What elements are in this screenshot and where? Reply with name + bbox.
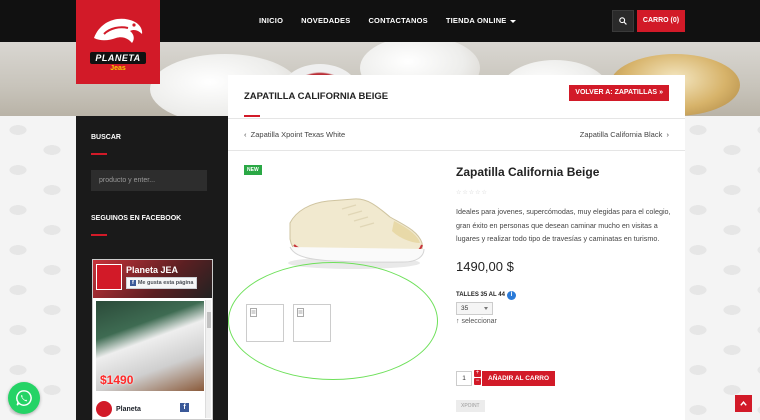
next-product-label: Zapatilla California Black [579, 130, 663, 139]
product-info: Zapatilla California Beige ☆☆☆☆☆ Ideales… [456, 165, 671, 325]
title-underline [244, 115, 260, 117]
info-icon[interactable]: i [506, 290, 516, 300]
product-thumbnail-2[interactable] [293, 304, 331, 342]
product-name: Zapatilla California Beige [456, 165, 600, 179]
rating-stars: ☆☆☆☆☆ [456, 190, 488, 196]
facebook-post-avatar [96, 401, 112, 417]
broken-image-icon [250, 308, 257, 317]
size-select[interactable]: 35 [456, 301, 493, 315]
quantity-input[interactable]: 1 [456, 370, 472, 386]
product-price: 1490,00 $ [456, 258, 514, 274]
facebook-page-name[interactable]: Planeta JEA [126, 265, 178, 275]
facebook-cover: Planeta JEA f Me gusta esta página [93, 260, 212, 298]
page-title: ZAPATILLA CALIFORNIA BEIGE [244, 91, 389, 102]
facebook-post-author[interactable]: Planeta [116, 406, 141, 413]
panther-logo-icon [94, 18, 143, 43]
title-underline [91, 153, 107, 155]
new-badge: NEW [244, 165, 262, 175]
chevron-down-icon [484, 306, 488, 310]
nav-tienda-online-label: TIENDA ONLINE [445, 16, 507, 25]
caret-down-icon [509, 19, 516, 23]
back-button-label: VOLVER A: ZAPATILLAS [575, 89, 658, 96]
cart-button[interactable]: CARRO (0) [637, 10, 685, 32]
product-image[interactable] [244, 165, 434, 275]
chevron-up-icon [740, 401, 747, 406]
logo-text: PLANETA [90, 52, 146, 64]
facebook-post-header: Planeta f [96, 401, 189, 417]
title-underline [91, 234, 107, 236]
facebook-page-widget[interactable]: Planeta JEA f Me gusta esta página $1490 … [92, 259, 213, 420]
size-select-value: 35 [461, 304, 469, 312]
search-button[interactable] [612, 10, 634, 32]
scrollbar-thumb[interactable] [207, 312, 211, 328]
quantity-stepper: + − [474, 370, 481, 386]
decrease-quantity-button[interactable]: − [474, 378, 481, 385]
facebook-icon: f [180, 403, 189, 412]
facebook-page-avatar[interactable] [96, 264, 122, 290]
facebook-widget-title: SEGUINOS EN FACEBOOK [91, 215, 182, 222]
clear-selection-link[interactable]: ↑ seleccionar [456, 318, 671, 325]
product-thumbnail-1[interactable] [246, 304, 284, 342]
facebook-widget-scrollbar[interactable] [205, 300, 211, 418]
scroll-to-top-button[interactable] [735, 395, 752, 412]
back-to-category-button[interactable]: VOLVER A: ZAPATILLAS» [569, 85, 669, 101]
product-tag[interactable]: XPOINT [456, 400, 485, 412]
facebook-post-image[interactable]: $1490 [96, 301, 204, 391]
nav-tienda-online[interactable]: TIENDA ONLINE [437, 0, 525, 42]
prev-product-link[interactable]: ‹ Zapatilla Xpoint Texas White [244, 130, 345, 139]
product-description: Ideales para jovenes, supercómodas, muy … [456, 207, 671, 243]
facebook-icon: f [130, 280, 136, 286]
nav-contactanos[interactable]: CONTACTANOS [359, 0, 436, 42]
double-chevron-right-icon: » [659, 89, 663, 96]
logo-subtext: Jeas [110, 65, 126, 72]
page-header: ZAPATILLA CALIFORNIA BEIGE VOLVER A: ZAP… [228, 75, 685, 119]
site-logo[interactable]: PLANETA Jeas [76, 0, 160, 84]
prev-product-label: Zapatilla Xpoint Texas White [250, 130, 346, 139]
search-icon [619, 17, 627, 25]
chevron-right-icon: › [666, 130, 670, 139]
add-to-cart-button[interactable]: AÑADIR AL CARRO [482, 370, 556, 386]
facebook-post-price: $1490 [100, 373, 134, 387]
size-label-text: TALLES 35 AL 44 [456, 292, 505, 298]
main-menu: INICIO NOVEDADES CONTACTANOS TIENDA ONLI… [250, 0, 525, 42]
sidebar-search-input[interactable]: producto y enter... [91, 170, 207, 191]
nav-inicio[interactable]: INICIO [250, 0, 292, 42]
increase-quantity-button[interactable]: + [474, 370, 481, 377]
next-product-link[interactable]: Zapatilla California Black › [580, 130, 669, 139]
chevron-left-icon: ‹ [244, 130, 247, 139]
search-widget-title: BUSCAR [91, 134, 121, 141]
product-navigation: ‹ Zapatilla Xpoint Texas White Zapatilla… [228, 119, 685, 151]
product-panel: ZAPATILLA CALIFORNIA BEIGE VOLVER A: ZAP… [228, 75, 685, 420]
nav-novedades[interactable]: NOVEDADES [292, 0, 359, 42]
add-to-cart-row: 1 + − AÑADIR AL CARRO [456, 370, 556, 386]
whatsapp-button[interactable] [8, 382, 40, 414]
facebook-like-button[interactable]: f Me gusta esta página [126, 277, 198, 289]
size-label: TALLES 35 AL 44 i [456, 290, 671, 300]
left-sidebar: BUSCAR producto y enter... SEGUINOS EN F… [76, 116, 228, 420]
broken-image-icon [297, 308, 304, 317]
facebook-like-label: Me gusta esta página [137, 280, 194, 286]
whatsapp-icon [16, 390, 32, 406]
